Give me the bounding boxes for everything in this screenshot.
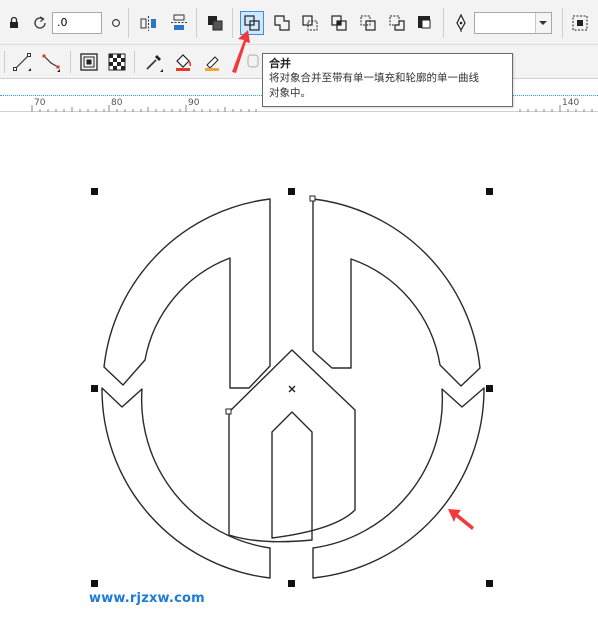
top-left-arc-segment	[103, 198, 271, 389]
tooltip-description: 将对象合并至带有单一填充和轮廓的单一曲线	[269, 72, 479, 84]
handle-bottom-right	[486, 580, 493, 587]
bottom-right-arc-segment	[312, 387, 485, 579]
center-mark-icon	[288, 385, 296, 393]
top-right-arc-segment	[312, 198, 481, 387]
selection-handles	[91, 188, 493, 587]
handle-top-left	[91, 188, 98, 195]
handle-middle-left	[91, 385, 98, 392]
handle-bottom-left	[91, 580, 98, 587]
arrow-to-outline	[448, 509, 474, 530]
handle-middle-right	[486, 385, 493, 392]
node-handle	[225, 408, 232, 415]
tooltip-title: 合并	[269, 57, 291, 70]
handle-top-center	[288, 188, 295, 195]
bottom-left-arc-segment	[101, 387, 271, 579]
handle-bottom-center	[288, 580, 295, 587]
combine-tooltip: 合并 将对象合并至带有单一填充和轮廓的单一曲线 对象中。	[262, 53, 513, 107]
house-shape	[228, 349, 356, 543]
node-handle	[309, 195, 316, 202]
arrow-to-combine-icon	[232, 30, 250, 73]
watermark: www.rjzxw.com	[89, 591, 205, 606]
tooltip-description-cont: 对象中。	[269, 87, 311, 99]
handle-top-right	[486, 188, 493, 195]
